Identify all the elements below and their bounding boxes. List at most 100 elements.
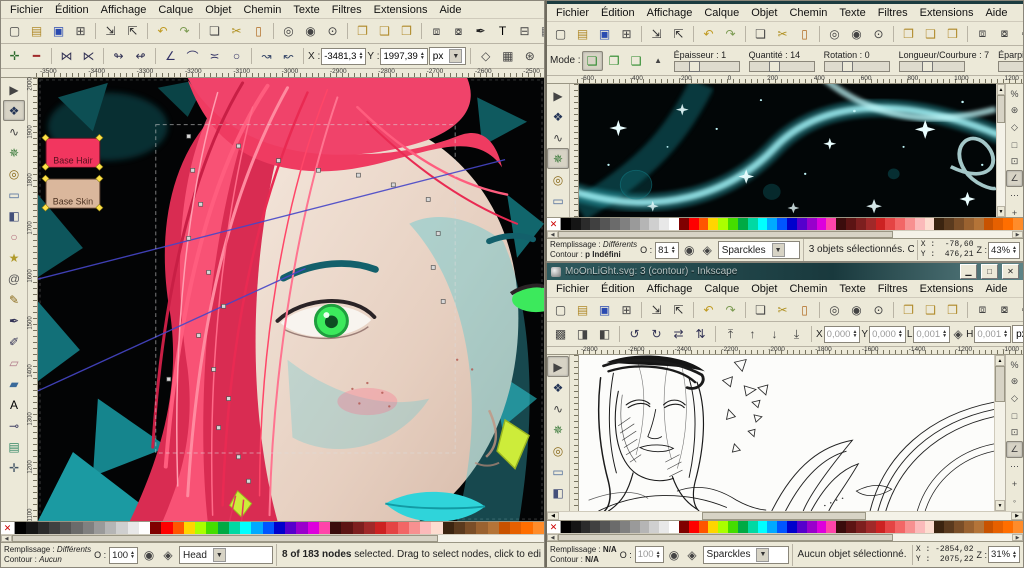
- open-document-icon[interactable]: ▤: [572, 300, 593, 320]
- bucket-tool[interactable]: ▰: [3, 373, 25, 394]
- palette-swatch[interactable]: [875, 521, 886, 533]
- menu-texte[interactable]: Texte: [834, 283, 870, 295]
- palette-swatch[interactable]: [629, 218, 640, 230]
- selector-tool[interactable]: ▶: [3, 79, 25, 100]
- layer-dropdown[interactable]: Head ▼: [178, 546, 273, 564]
- vertical-scrollbar[interactable]: ▲ ▼: [994, 355, 1005, 511]
- palette-swatch[interactable]: [708, 521, 719, 533]
- join-segment-icon[interactable]: ↬: [108, 46, 129, 66]
- palette-swatch[interactable]: [944, 218, 955, 230]
- undo-icon[interactable]: ↶: [698, 24, 719, 44]
- palette-swatch[interactable]: [352, 522, 364, 534]
- slider-thumb[interactable]: [921, 60, 933, 72]
- palette-swatch[interactable]: [934, 218, 945, 230]
- no-color-swatch[interactable]: ✕: [1, 522, 15, 534]
- palette-swatch[interactable]: [767, 218, 778, 230]
- palette-swatch[interactable]: [993, 218, 1004, 230]
- menubar[interactable]: Fichier Édition Affichage Calque Objet Chemin…: [547, 4, 1023, 22]
- palette-swatch[interactable]: [610, 521, 620, 533]
- palette-swatch[interactable]: [865, 218, 876, 230]
- print-icon[interactable]: ⊞: [616, 300, 637, 320]
- menu-texte[interactable]: Texte: [288, 4, 324, 16]
- menu-fichier[interactable]: Fichier: [551, 283, 594, 295]
- palette-swatch[interactable]: [498, 522, 510, 534]
- palette-swatch[interactable]: [708, 218, 719, 230]
- box3d-tool[interactable]: ◧: [547, 482, 569, 503]
- menu-texte[interactable]: Texte: [834, 7, 870, 19]
- cut-icon[interactable]: ✂: [772, 24, 793, 44]
- slider-thumb[interactable]: [842, 60, 854, 72]
- zoom-selection-icon[interactable]: ⊙: [868, 300, 889, 320]
- palette-swatch[interactable]: [669, 218, 679, 230]
- palette-swatch[interactable]: [521, 522, 533, 534]
- spray-slider[interactable]: Rotation : 0: [823, 50, 890, 72]
- snap-enable-icon[interactable]: %: [1006, 85, 1023, 102]
- palette-swatch[interactable]: [826, 521, 837, 533]
- menu-filtres[interactable]: Filtres: [327, 4, 367, 16]
- cut-icon[interactable]: ✂: [772, 300, 793, 320]
- snap-bbox-corner-icon[interactable]: □: [1006, 136, 1023, 153]
- palette-swatch[interactable]: [570, 521, 581, 533]
- palette-swatch[interactable]: [161, 522, 173, 534]
- zoom-drawing-icon[interactable]: ◎: [278, 21, 299, 41]
- clone-icon[interactable]: ❑: [920, 24, 941, 44]
- palette-swatch[interactable]: [82, 522, 94, 534]
- palette-swatch[interactable]: [846, 218, 856, 230]
- snap-bbox-icon[interactable]: ⊛: [1006, 102, 1023, 119]
- menu-chemin[interactable]: Chemin: [784, 283, 832, 295]
- palette-swatch[interactable]: [639, 521, 650, 533]
- palette-swatch[interactable]: [698, 521, 709, 533]
- delete-node-icon[interactable]: ━: [26, 46, 47, 66]
- palette-swatch[interactable]: [885, 218, 896, 230]
- snap-path-icon[interactable]: ∠: [1006, 170, 1023, 187]
- horizontal-ruler[interactable]: -2800 -2600 -2400 -2200 -2000 -1800 -1600 -1400…: [577, 346, 1023, 355]
- node-smooth-icon[interactable]: ⌒: [182, 46, 203, 66]
- palette-swatch[interactable]: [914, 521, 925, 533]
- snap-intersection-icon[interactable]: ⋯: [1006, 458, 1023, 475]
- duplicate-icon[interactable]: ❐: [898, 300, 919, 320]
- new-document-icon[interactable]: ▢: [550, 24, 571, 44]
- palette-swatch[interactable]: [796, 521, 807, 533]
- palette-swatch[interactable]: [116, 522, 128, 534]
- palette-swatch[interactable]: [904, 521, 915, 533]
- palette-swatch[interactable]: [718, 218, 729, 230]
- node-x-input[interactable]: -3481,3 ▲ ▼: [321, 47, 367, 65]
- palette-swatch[interactable]: [397, 522, 409, 534]
- palette-swatch[interactable]: [408, 522, 420, 534]
- snap-bbox-edge-icon[interactable]: ◇: [1006, 390, 1023, 407]
- spray-slider[interactable]: Longueur/Courbure : 7: [898, 50, 989, 72]
- paste-icon[interactable]: ▯: [794, 24, 815, 44]
- palette-swatch[interactable]: [924, 521, 935, 533]
- palette-swatch[interactable]: [195, 522, 207, 534]
- palette-swatch[interactable]: [698, 218, 709, 230]
- palette-swatch[interactable]: [924, 218, 935, 230]
- palette-swatch[interactable]: [93, 522, 105, 534]
- palette-swatch[interactable]: [285, 522, 297, 534]
- zoom-page-icon[interactable]: ◉: [846, 24, 867, 44]
- opacity-input[interactable]: 100 ▲ ▼: [109, 546, 138, 564]
- fill-stroke-icon[interactable]: ✒: [470, 21, 491, 41]
- snap-bbox-corner-icon[interactable]: □: [1006, 407, 1023, 424]
- undo-icon[interactable]: ↶: [698, 300, 719, 320]
- palette-swatch[interactable]: [561, 521, 571, 533]
- duplicate-icon[interactable]: ❐: [898, 24, 919, 44]
- horizontal-ruler[interactable]: -3500 -3400 -3300 -3200 -3100 -3000 -2900 -2800…: [36, 68, 544, 78]
- horizontal-scrollbar[interactable]: ◀ ▶: [547, 511, 1023, 520]
- group-icon[interactable]: ⧈: [972, 24, 993, 44]
- vertical-ruler[interactable]: [570, 84, 579, 217]
- open-document-icon[interactable]: ▤: [26, 21, 47, 41]
- segment-line-icon[interactable]: ↝: [256, 46, 277, 66]
- sketch-canvas-art[interactable]: [579, 355, 994, 511]
- slider-thumb[interactable]: [768, 60, 780, 72]
- palette-swatch[interactable]: [806, 521, 817, 533]
- node-tool[interactable]: ❖: [547, 377, 569, 398]
- text-dialog-icon[interactable]: T: [492, 21, 513, 41]
- select-all-icon[interactable]: ◨: [572, 324, 593, 344]
- unlink-clone-icon[interactable]: ❒: [942, 300, 963, 320]
- export-icon[interactable]: ⇱: [122, 21, 143, 41]
- save-icon[interactable]: ▣: [594, 24, 615, 44]
- palette-swatch[interactable]: [71, 522, 83, 534]
- node-corner-icon[interactable]: ∠: [160, 46, 181, 66]
- palette-swatch[interactable]: [718, 521, 729, 533]
- palette-swatch[interactable]: [228, 522, 240, 534]
